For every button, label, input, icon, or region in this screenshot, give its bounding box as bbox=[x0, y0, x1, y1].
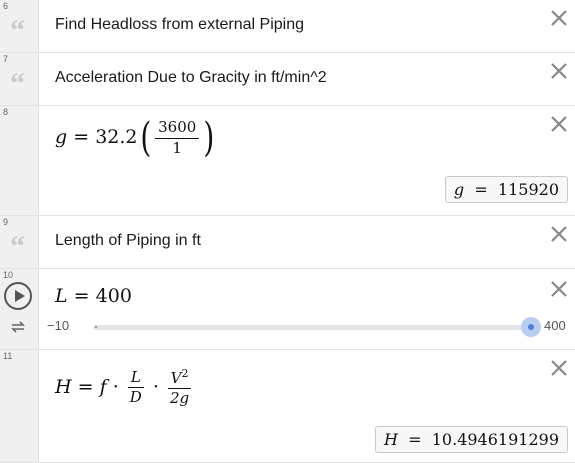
result-value: 115920 bbox=[497, 180, 559, 199]
expression-row-6[interactable]: 6 “ Find Headloss from external Piping bbox=[0, 0, 575, 53]
row-number: 7 bbox=[3, 54, 9, 64]
expression-row-11[interactable]: 11 H = f · LD · V2 2g H = 10.4946191299 bbox=[0, 350, 575, 463]
math-dot: · bbox=[112, 375, 119, 398]
fraction: 3600 1 bbox=[155, 119, 200, 157]
result-equals: = bbox=[408, 430, 422, 449]
slider-min-label[interactable]: −10 bbox=[47, 318, 69, 333]
result-equals: = bbox=[474, 180, 488, 199]
note-text[interactable]: Length of Piping in ft bbox=[55, 232, 201, 250]
quote-icon: “ bbox=[10, 14, 25, 47]
note-text[interactable]: Find Headloss from external Piping bbox=[55, 16, 304, 34]
math-equals: = bbox=[73, 285, 90, 307]
row-gutter: 11 bbox=[0, 350, 39, 462]
expression-row-8[interactable]: 8 g = 32.2(3600 1) g = 115920 bbox=[0, 106, 575, 216]
expression-row-9[interactable]: 9 “ Length of Piping in ft bbox=[0, 216, 575, 269]
quote-icon: “ bbox=[10, 230, 25, 263]
denominator: 1 bbox=[172, 138, 182, 157]
math-input[interactable]: L = 400 bbox=[55, 285, 132, 307]
slider-handle-dot bbox=[528, 324, 534, 330]
play-icon[interactable] bbox=[4, 282, 32, 310]
numerator: V2 bbox=[167, 367, 192, 390]
math-number: 400 bbox=[95, 285, 132, 307]
result-value: 10.4946191299 bbox=[431, 430, 559, 449]
loop-icon[interactable] bbox=[10, 320, 26, 334]
row-number: 11 bbox=[3, 351, 13, 361]
math-variable: g bbox=[55, 126, 68, 148]
math-variable: L bbox=[55, 285, 68, 307]
math-variable: V bbox=[170, 369, 182, 387]
row-gutter: 8 bbox=[0, 106, 39, 215]
math-variable: H bbox=[55, 375, 72, 398]
exponent: 2 bbox=[181, 367, 189, 380]
left-paren: ( bbox=[139, 115, 151, 161]
fraction: LD bbox=[127, 368, 145, 407]
row-gutter: 10 bbox=[0, 269, 39, 349]
row-gutter: 6 “ bbox=[0, 0, 39, 52]
denominator: D bbox=[129, 388, 142, 407]
row-number: 9 bbox=[3, 217, 9, 227]
row-number: 6 bbox=[3, 1, 9, 11]
math-equals: = bbox=[73, 126, 90, 148]
close-icon[interactable] bbox=[549, 8, 569, 28]
math-equals: = bbox=[77, 375, 94, 398]
right-paren: ) bbox=[203, 115, 215, 161]
math-input[interactable]: H = f · LD · V2 2g bbox=[55, 367, 194, 408]
math-dot: · bbox=[152, 375, 159, 398]
evaluation-result: g = 115920 bbox=[444, 176, 568, 203]
result-variable: g bbox=[453, 180, 465, 199]
expression-row-7[interactable]: 7 “ Acceleration Due to Gracity in ft/mi… bbox=[0, 53, 575, 106]
close-icon[interactable] bbox=[549, 358, 569, 378]
row-gutter: 9 “ bbox=[0, 216, 39, 268]
close-icon[interactable] bbox=[549, 279, 569, 299]
row-number: 10 bbox=[3, 270, 14, 280]
numerator: L bbox=[127, 368, 144, 389]
quote-icon: “ bbox=[10, 67, 25, 100]
numerator: 3600 bbox=[155, 119, 200, 139]
math-number: 32.2 bbox=[95, 126, 138, 148]
row-gutter: 7 “ bbox=[0, 53, 39, 105]
close-icon[interactable] bbox=[549, 224, 569, 244]
result-variable: H bbox=[384, 430, 398, 449]
close-icon[interactable] bbox=[549, 114, 569, 134]
slider-tick bbox=[95, 326, 97, 328]
fraction: V2 2g bbox=[167, 367, 192, 408]
slider-max-label[interactable]: 400 bbox=[544, 318, 566, 333]
evaluation-result: H = 10.4946191299 bbox=[375, 426, 568, 453]
slider-track[interactable] bbox=[93, 317, 541, 337]
math-variable: f bbox=[99, 375, 107, 398]
row-number: 8 bbox=[3, 107, 9, 117]
denominator: 2g bbox=[169, 389, 190, 408]
close-icon[interactable] bbox=[549, 61, 569, 81]
expression-row-10[interactable]: 10 L = 400 bbox=[0, 269, 575, 350]
math-input[interactable]: g = 32.2(3600 1) bbox=[55, 118, 217, 158]
note-text[interactable]: Acceleration Due to Gracity in ft/min^2 bbox=[55, 69, 327, 87]
slider-handle[interactable] bbox=[521, 317, 541, 337]
